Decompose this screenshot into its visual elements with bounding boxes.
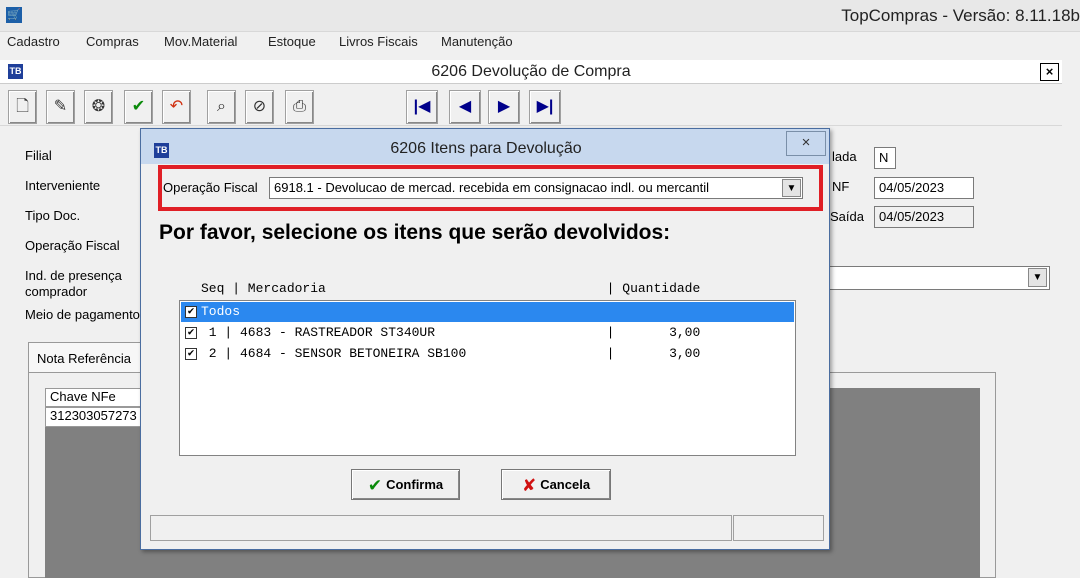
ind-presenca-label: Ind. de presença bbox=[25, 268, 122, 283]
menu-compras[interactable]: Compras bbox=[86, 34, 139, 49]
app-title-bar: 🛒 TopCompras - Versão: 8.11.18b bbox=[0, 0, 1080, 32]
status-bar-right bbox=[733, 515, 824, 541]
list-item-label: Todos bbox=[201, 304, 241, 319]
find-icon[interactable]: ⌕ bbox=[207, 90, 236, 124]
window-close-button[interactable]: × bbox=[1040, 63, 1059, 81]
operacao-fiscal-label: Operação Fiscal bbox=[25, 238, 120, 253]
list-item[interactable]: ✔ 1 | 4683 - RASTREADOR ST340UR | 3,00 bbox=[181, 323, 794, 343]
menu-estoque[interactable]: Estoque bbox=[268, 34, 316, 49]
next-record-icon[interactable]: ▶ bbox=[488, 90, 520, 124]
grid-header-chave-nfe: Chave NFe bbox=[45, 388, 149, 407]
window-title-bar: TB 6206 Devolução de Compra bbox=[0, 60, 1062, 84]
checkbox-todos[interactable]: ✔ bbox=[185, 306, 197, 318]
checkmark-icon: ✔ bbox=[367, 476, 383, 495]
list-item-label: 2 | 4684 - SENSOR BETONEIRA SB100 | 3,00 bbox=[201, 346, 701, 361]
saida-label: Saída bbox=[830, 209, 864, 224]
menu-manutencao[interactable]: Manutenção bbox=[441, 34, 513, 49]
cart-icon: 🛒 bbox=[6, 7, 22, 23]
items-return-dialog: TB 6206 Itens para Devolução × Operação … bbox=[140, 128, 830, 550]
instruction-text: Por favor, selecione os itens que serão … bbox=[159, 221, 671, 244]
tab-nota-referencia[interactable]: Nota Referência bbox=[28, 342, 144, 372]
print-icon[interactable]: ⎙ bbox=[285, 90, 314, 124]
new-document-icon[interactable]: 🗋 bbox=[8, 90, 37, 124]
list-item-label: 1 | 4683 - RASTREADOR ST340UR | 3,00 bbox=[201, 325, 701, 340]
list-item[interactable]: ✔ 2 | 4684 - SENSOR BETONEIRA SB100 | 3,… bbox=[181, 344, 794, 364]
cancel-button[interactable]: ✘ Cancela bbox=[501, 469, 611, 500]
window-title: 6206 Devolução de Compra bbox=[431, 63, 631, 80]
operacao-fiscal-select[interactable]: 6918.1 - Devolucao de mercad. recebida e… bbox=[269, 177, 803, 199]
dialog-title-bar: TB 6206 Itens para Devolução × bbox=[141, 129, 829, 164]
confirm-icon[interactable]: ✔ bbox=[124, 90, 153, 124]
items-list: ✔ Todos ✔ 1 | 4683 - RASTREADOR ST340UR … bbox=[179, 300, 796, 456]
filial-label: Filial bbox=[25, 148, 52, 163]
menu-livros-fiscais[interactable]: Livros Fiscais bbox=[339, 34, 418, 49]
delete-icon[interactable]: ❂ bbox=[84, 90, 113, 124]
first-record-icon[interactable]: |◀ bbox=[406, 90, 438, 124]
comprador-label: comprador bbox=[25, 284, 88, 299]
chevron-down-icon[interactable]: ▼ bbox=[782, 179, 801, 197]
confirm-button[interactable]: ✔ Confirma bbox=[351, 469, 460, 500]
cross-icon: ✘ bbox=[521, 476, 537, 495]
chevron-down-icon[interactable]: ▼ bbox=[1028, 268, 1047, 287]
meio-pagamento-label: Meio de pagamento bbox=[25, 307, 140, 322]
ind-presenca-select[interactable] bbox=[826, 266, 1050, 290]
app-title: TopCompras - Versão: 8.11.18b bbox=[841, 6, 1080, 25]
grid-cell-chave[interactable]: 312303057273 bbox=[45, 407, 149, 427]
dialog-title: 6206 Itens para Devolução bbox=[390, 140, 582, 157]
last-record-icon[interactable]: ▶| bbox=[529, 90, 561, 124]
dialog-close-button[interactable]: × bbox=[786, 131, 826, 156]
cancel-label: Cancela bbox=[540, 477, 591, 492]
checkbox-item-1[interactable]: ✔ bbox=[185, 327, 197, 339]
checkbox-item-2[interactable]: ✔ bbox=[185, 348, 197, 360]
edit-icon[interactable]: ✎ bbox=[46, 90, 75, 124]
saida-date-field: 04/05/2023 bbox=[874, 206, 974, 228]
confirm-label: Confirma bbox=[386, 477, 444, 492]
menu-mov-material[interactable]: Mov.Material bbox=[164, 34, 237, 49]
cancelada-label: lada bbox=[832, 149, 857, 164]
menu-cadastro[interactable]: Cadastro bbox=[7, 34, 60, 49]
interveniente-label: Interveniente bbox=[25, 178, 101, 193]
operacao-fiscal-label: Operação Fiscal bbox=[163, 180, 258, 195]
undo-icon[interactable]: ↶ bbox=[162, 90, 191, 124]
discard-icon[interactable]: ⊘ bbox=[245, 90, 274, 124]
previous-record-icon[interactable]: ◀ bbox=[449, 90, 481, 124]
nf-date-field[interactable]: 04/05/2023 bbox=[874, 177, 974, 199]
menu-bar: Cadastro Compras Mov.Material Estoque Li… bbox=[0, 32, 1080, 52]
cancelada-field[interactable]: N bbox=[874, 147, 896, 169]
tipo-doc-label: Tipo Doc. bbox=[25, 208, 81, 223]
list-item-todos[interactable]: ✔ Todos bbox=[181, 302, 794, 322]
status-bar-left bbox=[150, 515, 732, 541]
list-header: Seq | Mercadoria | Quantidade bbox=[201, 281, 701, 296]
nf-label: NF bbox=[832, 179, 850, 194]
